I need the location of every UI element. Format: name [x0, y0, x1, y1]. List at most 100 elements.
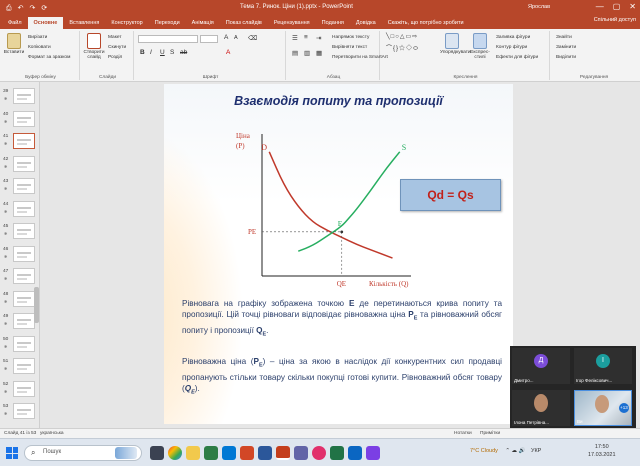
section-button[interactable]: Розділ	[108, 55, 122, 60]
supply-demand-chart[interactable]: Ціна (P) Кількість (Q) D S E PE QE	[222, 126, 418, 288]
tab-view[interactable]: Подання	[316, 17, 350, 29]
slide-thumbnail[interactable]: 40 ✱	[3, 110, 37, 133]
tell-me-search[interactable]: Скажіть, що потрібно зробити	[382, 17, 464, 29]
chrome-icon[interactable]	[168, 446, 182, 460]
font-color-icon[interactable]: A	[226, 49, 230, 56]
slide-thumbnail[interactable]: 46 ✱	[3, 245, 37, 268]
app-icon[interactable]	[312, 446, 326, 460]
arrange-button[interactable]: Упорядкувати	[440, 33, 471, 55]
align-left-icon[interactable]: ▤	[292, 49, 298, 57]
paragraph-equilibrium[interactable]: Рівновага на графіку зображена точкою E …	[182, 298, 502, 340]
thumbnail-scrollbar[interactable]	[34, 287, 39, 323]
slide-thumbnail[interactable]: 47 ✱	[3, 268, 37, 290]
bold-icon[interactable]: B	[140, 49, 145, 56]
viber-icon[interactable]	[366, 446, 380, 460]
font-name-box[interactable]	[138, 35, 198, 43]
shapes-gallery-icon[interactable]: ╲□○△▭⇨	[386, 33, 418, 40]
powerpoint-icon[interactable]	[276, 446, 290, 460]
shadow-icon[interactable]: S	[170, 49, 174, 56]
video-call-panel[interactable]: Д Дмитро... І Ігор Феліксович... Ілона П…	[510, 346, 636, 430]
minimize-button[interactable]: —	[596, 2, 604, 11]
italic-icon[interactable]: I	[150, 49, 152, 56]
file-explorer-icon[interactable]	[186, 446, 200, 460]
share-button[interactable]: Спільний доступ	[594, 17, 636, 23]
tab-animations[interactable]: Анімація	[186, 17, 220, 29]
windows-start-icon[interactable]	[6, 447, 18, 459]
slide-thumbnail[interactable]: 49 ✱	[3, 313, 37, 335]
tab-insert[interactable]: Вставлення	[63, 17, 105, 29]
clear-format-icon[interactable]: ⌫	[248, 34, 257, 42]
text-direction-button[interactable]: Напрямок тексту	[332, 35, 369, 40]
shape-outline-button[interactable]: Контур фігури	[496, 45, 527, 50]
new-slide-button[interactable]: Створити слайд	[82, 33, 106, 60]
strikethrough-icon[interactable]: ab	[180, 49, 187, 56]
align-right-icon[interactable]: ▦	[316, 49, 322, 57]
slide-thumbnail[interactable]: 44 ✱	[3, 200, 37, 223]
weather-widget[interactable]: 7°C Cloudy	[470, 448, 498, 454]
tab-transitions[interactable]: Переходи	[149, 17, 186, 29]
replace-button[interactable]: Замінити	[556, 45, 576, 50]
paste-button[interactable]: Вставити	[2, 33, 26, 55]
select-button[interactable]: Виділити	[556, 55, 576, 60]
self-video-tile[interactable]: Ви +13	[574, 390, 632, 426]
format-painter-button[interactable]: Формат за зразком	[28, 55, 70, 60]
participant-tile[interactable]: І Ігор Феліксович...	[574, 348, 632, 384]
task-view-icon[interactable]	[150, 446, 164, 460]
slide-thumbnail[interactable]: 43 ✱	[3, 178, 37, 200]
language-indicator[interactable]: українська	[40, 431, 64, 436]
cut-button[interactable]: Вирізати	[28, 35, 47, 40]
shapes-gallery-row2-icon[interactable]: ⌒{}☆◇⬭	[386, 43, 419, 53]
redo-icon[interactable]: ↷	[29, 5, 35, 12]
more-participants-badge[interactable]: +13	[619, 403, 629, 413]
slide[interactable]: Взаємодія попиту та пропозиції Ціна (P) Кі…	[164, 84, 513, 424]
numbering-icon[interactable]: ≡	[304, 34, 308, 41]
align-center-icon[interactable]: ▥	[304, 49, 310, 57]
reset-button[interactable]: Скинути	[108, 45, 126, 50]
tab-home[interactable]: Основне	[27, 17, 64, 29]
tab-slideshow[interactable]: Показ слайдів	[220, 17, 268, 29]
user-name[interactable]: Ярослав	[528, 4, 550, 10]
slide-thumbnail[interactable]: 53 ✱	[3, 403, 37, 425]
slide-thumbnail[interactable]: 51 ✱	[3, 358, 37, 380]
find-button[interactable]: Знайти	[556, 35, 572, 40]
teams-icon[interactable]	[294, 446, 308, 460]
telegram-icon[interactable]	[348, 446, 362, 460]
align-text-button[interactable]: Вирівняти текст	[332, 45, 367, 50]
comments-button[interactable]: Примітки	[480, 431, 500, 436]
word-icon[interactable]	[258, 446, 272, 460]
participant-tile[interactable]: Ілона Петрівна...	[512, 390, 570, 426]
search-input[interactable]: Пошук	[43, 449, 61, 455]
system-clock[interactable]: 17:50 17.03.2021	[588, 443, 616, 459]
slide-thumbnail[interactable]: 41 ✱	[3, 133, 37, 155]
underline-icon[interactable]: U	[160, 49, 165, 56]
slide-thumbnail[interactable]: 45 ✱	[3, 223, 37, 245]
copy-button[interactable]: Копіювати	[28, 45, 51, 50]
slide-thumbnail[interactable]: 42 ✱	[3, 155, 37, 178]
paragraph-equilibrium-price[interactable]: Рівноважна ціна (PE) – ціна за якою в на…	[182, 356, 502, 398]
tab-design[interactable]: Конструктор	[105, 17, 148, 29]
smartart-button[interactable]: Перетворити на SmartArt	[332, 55, 388, 60]
slide-thumbnail[interactable]: 39 ✱	[3, 88, 37, 110]
autosave-icon[interactable]: ⎙	[6, 5, 12, 12]
taskbar-search[interactable]: ⌕ Пошук	[24, 445, 142, 461]
grow-font-icon[interactable]: A	[224, 34, 228, 41]
notes-button[interactable]: Нотатки	[454, 431, 472, 436]
close-button[interactable]: ✕	[629, 2, 636, 11]
quick-styles-button[interactable]: Експрес-стилі	[468, 33, 492, 60]
edge-icon[interactable]	[222, 446, 236, 460]
font-size-box[interactable]	[200, 35, 218, 43]
layout-button[interactable]: Макет	[108, 35, 122, 40]
slide-thumbnail[interactable]: 50 ✱	[3, 335, 37, 358]
slide-thumbnail[interactable]: 52 ✱	[3, 380, 37, 403]
language-switch[interactable]: УКР	[531, 448, 541, 454]
equilibrium-equation-box[interactable]: Qd = Qs	[400, 179, 501, 211]
shape-fill-button[interactable]: Заливка фігури	[496, 35, 530, 40]
tab-help[interactable]: Довідка	[350, 17, 382, 29]
office-icon[interactable]	[240, 446, 254, 460]
shape-effects-button[interactable]: Ефекти для фігури	[496, 55, 538, 60]
slide-thumbnail[interactable]: 48 ✱	[3, 290, 37, 313]
store-icon[interactable]	[204, 446, 218, 460]
shrink-font-icon[interactable]: A	[234, 35, 238, 41]
indent-icon[interactable]: ⇥	[316, 34, 321, 42]
repeat-icon[interactable]: ⟳	[41, 5, 47, 12]
